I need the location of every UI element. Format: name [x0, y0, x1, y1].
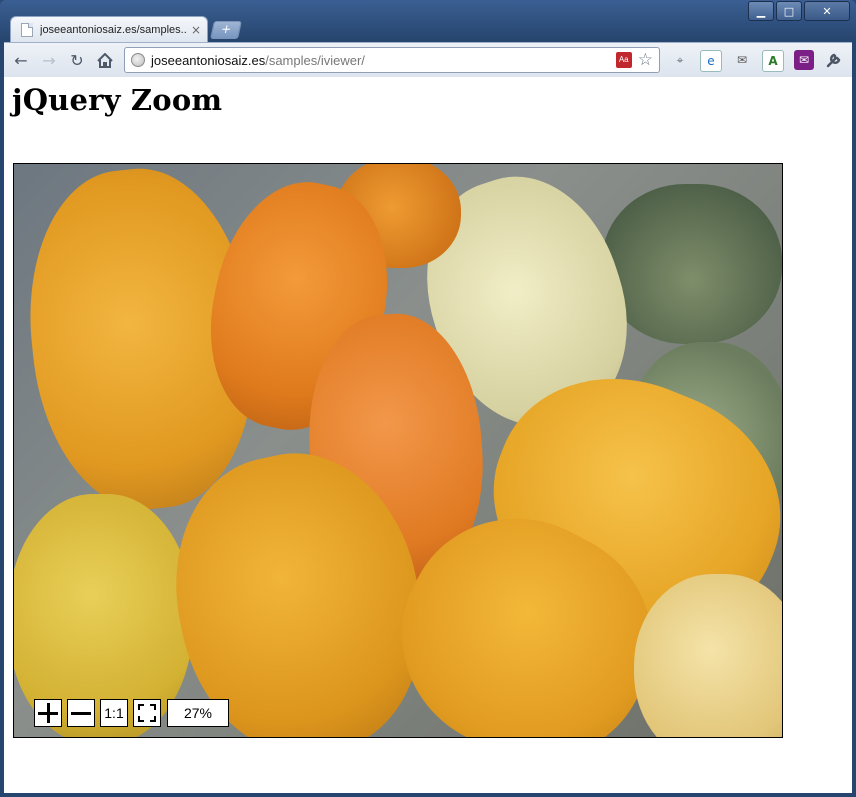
zoom-level-display: 27% [167, 699, 229, 727]
actual-size-button[interactable]: 1:1 [100, 699, 128, 727]
page-icon [21, 22, 33, 37]
window-controls: ▁ □ ✕ [748, 1, 850, 21]
mail-checker-icon[interactable]: ✉ [732, 50, 752, 70]
fit-to-screen-button[interactable] [133, 699, 161, 727]
wrench-menu-icon[interactable] [824, 50, 844, 70]
zoom-in-button[interactable] [34, 699, 62, 727]
page-title: jQuery Zoom [12, 83, 223, 117]
zoom-controls: 1:1 27% [34, 699, 229, 727]
fit-to-screen-icon [138, 704, 156, 722]
maximize-button[interactable]: □ [776, 1, 802, 21]
tab-title: joseeantoniosaiz.es/samples... [40, 23, 187, 36]
browser-tab[interactable]: joseeantoniosaiz.es/samples... × [10, 16, 208, 42]
page-viewport: jQuery Zoom 1:1 27% [4, 77, 852, 793]
new-tab-button[interactable]: + [210, 21, 242, 39]
globe-icon [131, 53, 145, 67]
address-bar[interactable]: joseeantoniosaiz.es/samples/iviewer/ Aa … [124, 47, 660, 73]
minimize-button[interactable]: ▁ [748, 1, 774, 21]
browser-toolbar: ← → ↻ joseeantoniosaiz.es/samples/iviewe… [4, 42, 852, 77]
bookmark-star-icon[interactable]: ☆ [638, 51, 653, 69]
url-host: joseeantoniosaiz.es [151, 52, 266, 68]
home-icon[interactable] [94, 50, 116, 70]
pumpkins-photo[interactable] [14, 164, 782, 737]
pdf-icon[interactable]: Aa [615, 52, 632, 68]
pin-icon[interactable]: ⌖ [670, 50, 690, 70]
forward-arrow-icon[interactable]: → [38, 50, 60, 70]
zoom-out-button[interactable] [67, 699, 95, 727]
url-path: /samples/iviewer/ [265, 52, 365, 68]
back-arrow-icon[interactable]: ← [10, 50, 32, 70]
ie-tab-icon[interactable]: e [700, 50, 722, 72]
close-window-button[interactable]: ✕ [804, 1, 850, 21]
yahoo-mail-icon[interactable]: ✉ [794, 50, 814, 70]
translate-icon[interactable]: A [762, 50, 784, 72]
browser-window: ▁ □ ✕ joseeantoniosaiz.es/samples... × +… [0, 0, 856, 797]
image-viewer[interactable]: 1:1 27% [13, 163, 783, 738]
reload-icon[interactable]: ↻ [66, 50, 88, 70]
tab-close-icon[interactable]: × [191, 23, 201, 37]
